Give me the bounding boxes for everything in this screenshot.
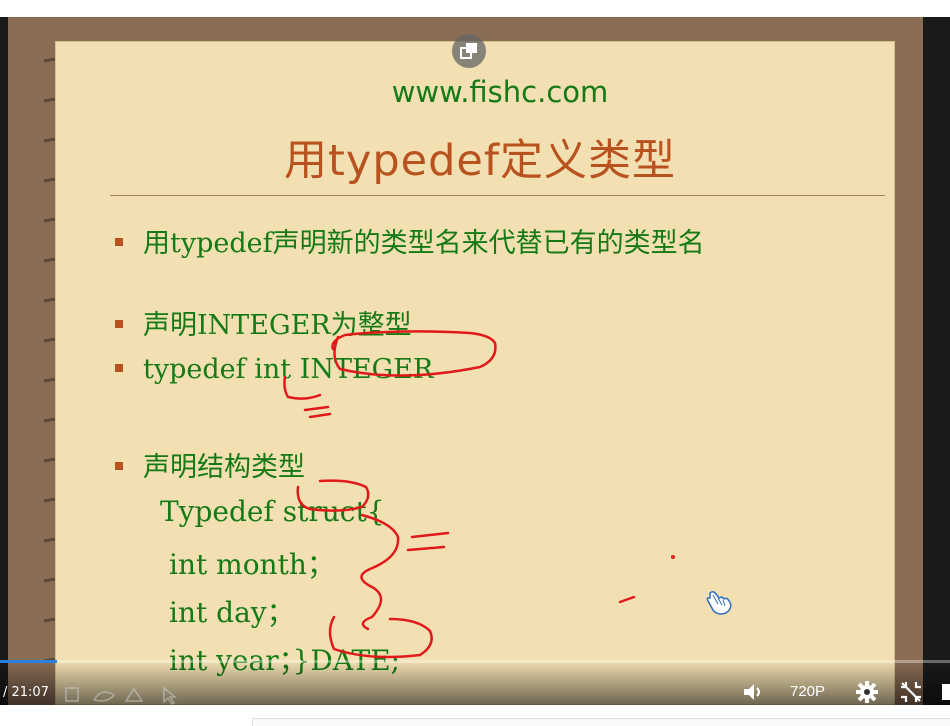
- code-line: Typedef struct{: [160, 495, 385, 528]
- volume-icon[interactable]: [740, 679, 766, 705]
- bullet-text: 用typedef声明新的类型名来代替已有的类型名: [143, 228, 705, 259]
- shape-icon: [124, 687, 144, 702]
- code-line: int month；: [169, 548, 335, 581]
- slide-title: 用typedef定义类型: [284, 136, 676, 186]
- image-icon: [65, 687, 79, 702]
- code-line: int day；: [169, 596, 295, 629]
- fullscreen-off-icon[interactable]: [898, 679, 924, 705]
- picture-in-picture-button[interactable]: [452, 34, 486, 68]
- time-display: / 21:07: [3, 685, 49, 700]
- bullet-text: typedef int INTEGER: [143, 354, 434, 385]
- picture-in-picture-icon: [460, 43, 477, 59]
- bullet-marker: [115, 461, 123, 470]
- bullet-item: 用typedef声明新的类型名来代替已有的类型名: [115, 221, 705, 260]
- video-player[interactable]: www.fishc.com 用typedef定义类型 用typedef声明新的类…: [0, 17, 950, 705]
- progress-fill: [0, 660, 57, 663]
- hand-cursor-icon: [706, 590, 732, 615]
- bullet-item: typedef int INTEGER: [115, 354, 433, 385]
- bullet-marker: [115, 237, 123, 246]
- bullet-item: 声明结构类型: [115, 445, 305, 484]
- pen-icon: [93, 691, 116, 702]
- quality-selector[interactable]: 720P: [790, 683, 825, 700]
- bullet-text: 声明INTEGER为整型: [143, 310, 412, 341]
- drawing-toolbar: [65, 686, 178, 705]
- bullet-marker: [115, 319, 123, 328]
- pointer-icon: [163, 686, 178, 705]
- gear-icon[interactable]: [854, 679, 880, 705]
- bullet-text: 声明结构类型: [143, 452, 305, 483]
- bullet-item: 声明INTEGER为整型: [115, 303, 412, 342]
- bullet-marker: [115, 363, 123, 372]
- menu-icon[interactable]: [938, 679, 950, 705]
- progress-bar[interactable]: [0, 660, 950, 663]
- title-divider: [110, 195, 885, 196]
- site-url: www.fishc.com: [391, 75, 609, 109]
- slide-page: www.fishc.com 用typedef定义类型 用typedef声明新的类…: [55, 41, 895, 705]
